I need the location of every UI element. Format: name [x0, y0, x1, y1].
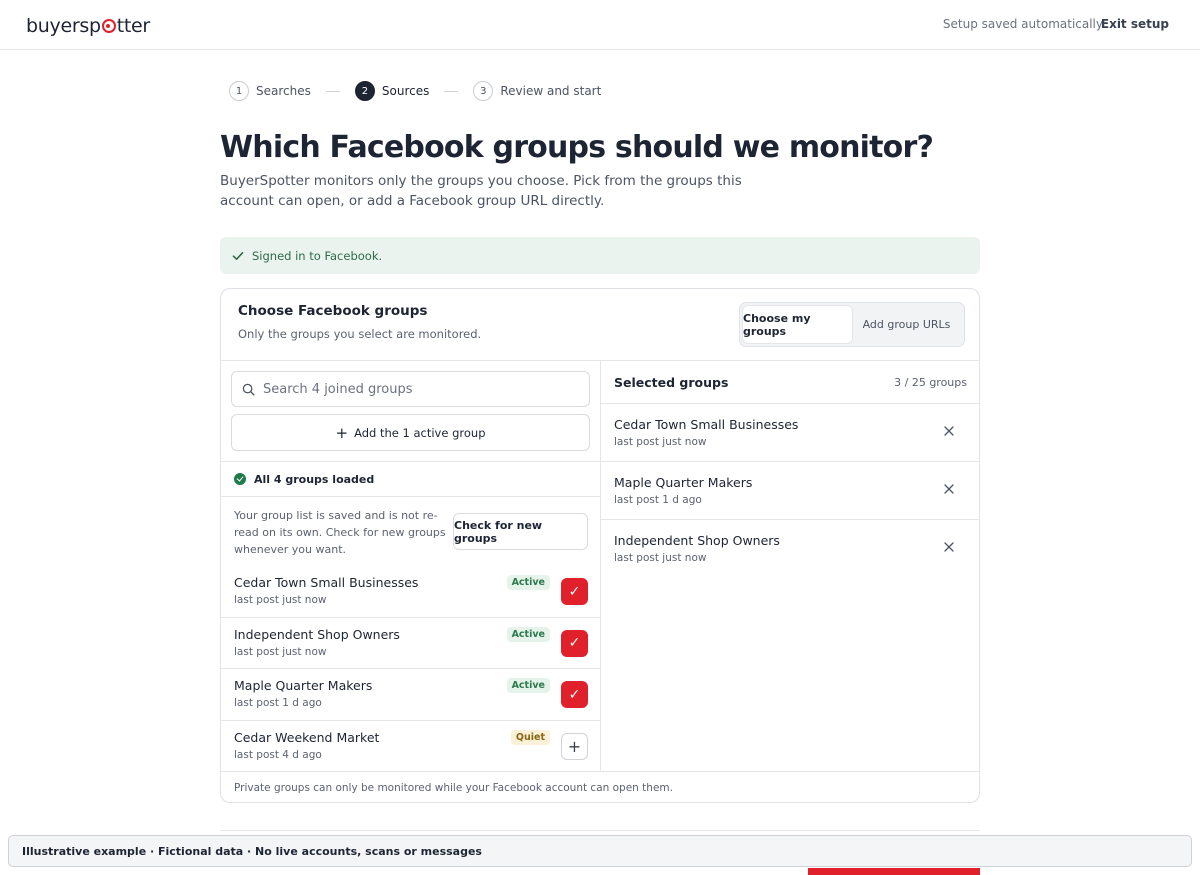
check-icon — [232, 251, 244, 260]
loaded-text: All 4 groups loaded — [254, 472, 375, 486]
status-badge: Active — [506, 626, 550, 642]
group-last-post: last post 1 d ago — [614, 494, 702, 506]
status-badge: Quiet — [510, 729, 550, 745]
selected-groups-header: Selected groups 3 / 25 groups — [601, 361, 979, 404]
group-select-toggle[interactable]: ✓ — [561, 629, 588, 657]
group-name: Maple Quarter Makers — [614, 475, 753, 490]
group-name: Cedar Town Small Businesses — [614, 417, 799, 432]
group-add-toggle[interactable]: + — [561, 732, 588, 760]
list-item[interactable]: Maple Quarter Makers last post 1 d ago A… — [221, 669, 601, 721]
selected-group-item: Independent Shop Owners last post just n… — [601, 520, 979, 578]
exit-setup-link[interactable]: Exit setup — [1101, 17, 1169, 31]
close-icon[interactable] — [943, 541, 955, 553]
group-name: Maple Quarter Makers — [234, 678, 373, 693]
plus-icon: + — [335, 423, 349, 442]
step-label: Sources — [381, 84, 430, 98]
selected-group-item: Maple Quarter Makers last post 1 d ago — [601, 462, 979, 520]
step-review[interactable]: 3 Review and start — [473, 81, 601, 101]
group-list: Cedar Town Small Businesses last post ju… — [221, 566, 601, 772]
logo-text-start: buyersp — [26, 15, 101, 37]
step-number: 1 — [229, 81, 249, 101]
alert-text: Signed in to Facebook. — [252, 248, 383, 263]
add-active-group-button[interactable]: + Add the 1 active group — [231, 414, 590, 451]
check-new-groups-button[interactable]: Check for new groups — [453, 513, 588, 550]
group-last-post: last post just now — [234, 645, 327, 658]
available-groups-panel: + Add the 1 active group All 4 groups lo… — [221, 361, 601, 771]
step-number: 2 — [354, 81, 375, 101]
groups-loaded-status: All 4 groups loaded — [221, 461, 601, 497]
search-input[interactable] — [263, 381, 563, 397]
choose-my-groups-tab[interactable]: Choose my groups — [743, 306, 852, 343]
step-sources[interactable]: 2 Sources — [354, 81, 430, 101]
group-select-toggle[interactable]: ✓ — [561, 578, 588, 605]
group-last-post: last post 4 d ago — [234, 748, 322, 761]
step-separator — [444, 90, 459, 92]
list-item[interactable]: Independent Shop Owners last post just n… — [221, 618, 601, 669]
selected-groups-count: 3 / 25 groups — [894, 376, 967, 389]
page-subtitle: BuyerSpotter monitors only the groups yo… — [220, 173, 742, 209]
list-item[interactable]: Cedar Town Small Businesses last post ju… — [221, 566, 601, 618]
step-label: Searches — [256, 84, 311, 98]
close-icon[interactable] — [943, 483, 955, 495]
group-name: Cedar Town Small Businesses — [234, 575, 419, 590]
selected-groups-panel: Selected groups 3 / 25 groups Cedar Town… — [601, 361, 979, 771]
search-box — [231, 371, 590, 407]
top-bar: buyersp tter Setup saved automatically Ex… — [0, 0, 1200, 50]
group-last-post: last post just now — [234, 594, 327, 606]
add-group-urls-tab[interactable]: Add group URLs — [852, 306, 961, 343]
add-active-label: Add the 1 active group — [354, 425, 486, 440]
group-picker-card: Choose Facebook groups Only the groups y… — [220, 288, 980, 803]
check-circle-icon — [234, 473, 246, 485]
status-badge: Active — [506, 678, 550, 693]
page-title: Which Facebook groups should we monitor? — [220, 130, 934, 165]
setup-stepper: 1 Searches 2 Sources 3 Review and start — [229, 80, 601, 102]
group-select-toggle[interactable]: ✓ — [561, 681, 588, 708]
signed-in-alert: Signed in to Facebook. — [220, 237, 980, 274]
step-label: Review and start — [500, 84, 602, 98]
refresh-note: Your group list is saved and is not re-r… — [234, 509, 446, 556]
logo-text-end: tter — [116, 15, 151, 37]
group-last-post: last post 1 d ago — [234, 697, 322, 709]
group-name: Cedar Weekend Market — [234, 729, 380, 745]
section-divider — [220, 830, 980, 831]
group-last-post: last post just now — [614, 552, 707, 564]
step-searches[interactable]: 1 Searches — [229, 81, 311, 101]
continue-button[interactable] — [808, 868, 980, 875]
group-name: Independent Shop Owners — [614, 533, 780, 548]
autosave-status: Setup saved automatically — [942, 17, 1103, 31]
source-mode-switch: Choose my groups Add group URLs — [739, 302, 965, 347]
search-icon — [242, 383, 255, 396]
logo[interactable]: buyersp tter — [26, 15, 150, 37]
card-header: Choose Facebook groups Only the groups y… — [221, 289, 979, 361]
card-footer-note: Private groups can only be monitored whi… — [221, 771, 979, 802]
card-subtitle: Only the groups you select are monitored… — [238, 327, 482, 341]
selected-group-item: Cedar Town Small Businesses last post ju… — [601, 404, 979, 462]
step-separator — [325, 90, 340, 92]
card-title: Choose Facebook groups — [238, 303, 428, 319]
group-name: Independent Shop Owners — [234, 626, 400, 642]
selected-groups-title: Selected groups — [614, 375, 729, 390]
list-item[interactable]: Cedar Weekend Market last post 4 d ago Q… — [221, 721, 601, 773]
step-number: 3 — [473, 81, 494, 101]
illustrative-example-banner: Illustrative example · Fictional data · … — [8, 835, 1192, 867]
group-last-post: last post just now — [614, 436, 707, 448]
status-badge: Active — [506, 575, 550, 590]
target-icon — [101, 19, 116, 33]
close-icon[interactable] — [943, 425, 955, 437]
